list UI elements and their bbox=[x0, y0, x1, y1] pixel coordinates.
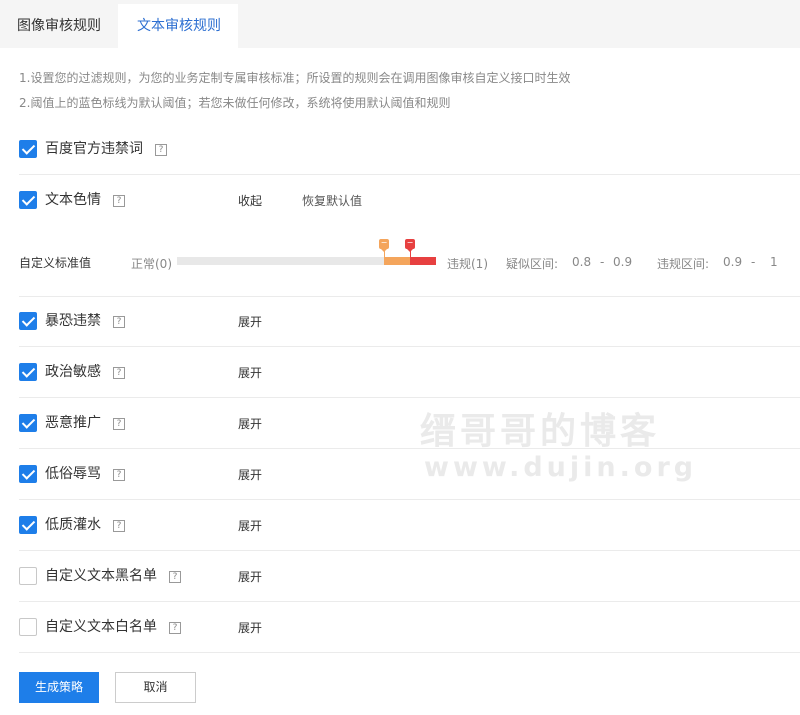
checkbox[interactable] bbox=[19, 191, 37, 209]
checkbox[interactable] bbox=[19, 567, 37, 585]
rule-row-custom-whitelist: 自定义文本白名单? 展开 bbox=[19, 602, 800, 653]
expand-link[interactable]: 展开 bbox=[238, 313, 262, 330]
rule-label: 暴恐违禁 bbox=[45, 313, 101, 329]
checkbox[interactable] bbox=[19, 516, 37, 534]
suspect-range-label: 疑似区间: bbox=[506, 257, 559, 271]
rule-label: 自定义文本白名单 bbox=[45, 619, 157, 635]
note-2: 2.阈值上的蓝色标线为默认阈值；若您未做任何修改，系统将使用默认阈值和规则 bbox=[19, 96, 451, 110]
rule-row-custom-blacklist: 自定义文本黑名单? 展开 bbox=[19, 551, 800, 602]
rule-label: 文本色情 bbox=[45, 192, 101, 208]
suspect-range-dash: - bbox=[600, 255, 605, 269]
expand-link[interactable]: 展开 bbox=[238, 568, 262, 585]
expand-link[interactable]: 展开 bbox=[238, 415, 262, 432]
expand-link[interactable]: 展开 bbox=[238, 517, 262, 534]
checkbox[interactable] bbox=[19, 414, 37, 432]
checkbox[interactable] bbox=[19, 618, 37, 636]
suspect-range-fill bbox=[384, 257, 410, 265]
violation-range-high: 1 bbox=[770, 255, 778, 269]
violation-range-label: 违规区间: bbox=[657, 257, 710, 271]
tab-text-rules[interactable]: 文本审核规则 bbox=[118, 4, 238, 48]
rule-row-baidu-banned-words: 百度官方违禁词? bbox=[19, 124, 800, 175]
rule-label: 低质灌水 bbox=[45, 517, 101, 533]
expand-link[interactable]: 展开 bbox=[238, 466, 262, 483]
threshold-track[interactable]: − − bbox=[177, 239, 436, 265]
help-icon[interactable]: ? bbox=[155, 144, 167, 156]
checkbox[interactable] bbox=[19, 312, 37, 330]
normal-label: 正常(0) bbox=[131, 257, 172, 271]
help-icon[interactable]: ? bbox=[113, 469, 125, 481]
violation-range-dash: - bbox=[751, 255, 756, 269]
note-1: 1.设置您的过滤规则，为您的业务定制专属审核标准；所设置的规则会在调用图像审核自… bbox=[19, 71, 571, 85]
rule-label: 政治敏感 bbox=[45, 364, 101, 380]
violation-range-fill bbox=[410, 257, 436, 265]
collapse-link[interactable]: 收起 bbox=[238, 192, 262, 209]
restore-default-link[interactable]: 恢复默认值 bbox=[302, 192, 362, 209]
instructions: 1.设置您的过滤规则，为您的业务定制专属审核标准；所设置的规则会在调用图像审核自… bbox=[19, 66, 570, 116]
rule-row-malicious-promotion: 恶意推广? 展开 bbox=[19, 398, 800, 449]
violation-range-low: 0.9 bbox=[723, 255, 743, 269]
watermark-text: 缙哥哥的博客 bbox=[420, 411, 661, 452]
help-icon[interactable]: ? bbox=[113, 520, 125, 532]
help-icon[interactable]: ? bbox=[113, 418, 125, 430]
violation-label: 违规(1) bbox=[447, 257, 488, 271]
violation-handle[interactable]: − bbox=[405, 239, 415, 252]
rule-row-low-quality-spam: 低质灌水? 展开 bbox=[19, 500, 800, 551]
suspect-range-low: 0.8 bbox=[572, 255, 592, 269]
rule-label: 恶意推广 bbox=[45, 415, 101, 431]
help-icon[interactable]: ? bbox=[113, 316, 125, 328]
help-icon[interactable]: ? bbox=[169, 571, 181, 583]
watermark-url: www.dujin.org bbox=[424, 452, 698, 483]
suspect-range-high: 0.9 bbox=[613, 255, 633, 269]
rule-row-violence-terror: 暴恐违禁? 展开 bbox=[19, 296, 800, 347]
checkbox[interactable] bbox=[19, 465, 37, 483]
help-icon[interactable]: ? bbox=[113, 367, 125, 379]
rule-row-text-porn: 文本色情? 收起 恢复默认值 bbox=[19, 175, 800, 226]
tab-bar: 图像审核规则 文本审核规则 bbox=[0, 0, 800, 48]
rule-row-politics: 政治敏感? 展开 bbox=[19, 347, 800, 398]
help-icon[interactable]: ? bbox=[113, 195, 125, 207]
checkbox[interactable] bbox=[19, 140, 37, 158]
expand-link[interactable]: 展开 bbox=[238, 364, 262, 381]
expand-link[interactable]: 展开 bbox=[238, 619, 262, 636]
checkbox[interactable] bbox=[19, 363, 37, 381]
help-icon[interactable]: ? bbox=[169, 622, 181, 634]
suspect-handle[interactable]: − bbox=[379, 239, 389, 252]
rule-label: 百度官方违禁词 bbox=[45, 141, 143, 157]
cancel-button[interactable]: 取消 bbox=[115, 672, 196, 703]
rule-label: 低俗辱骂 bbox=[45, 466, 101, 482]
generate-policy-button[interactable]: 生成策略 bbox=[19, 672, 99, 703]
tab-image-rules[interactable]: 图像审核规则 bbox=[0, 4, 118, 48]
rule-label: 自定义文本黑名单 bbox=[45, 568, 157, 584]
custom-threshold-title: 自定义标准值 bbox=[19, 256, 92, 270]
threshold-slider-panel: 自定义标准值 正常(0) − − 违规(1) 疑似区间: 0.8 - 0.9 违… bbox=[19, 228, 800, 297]
